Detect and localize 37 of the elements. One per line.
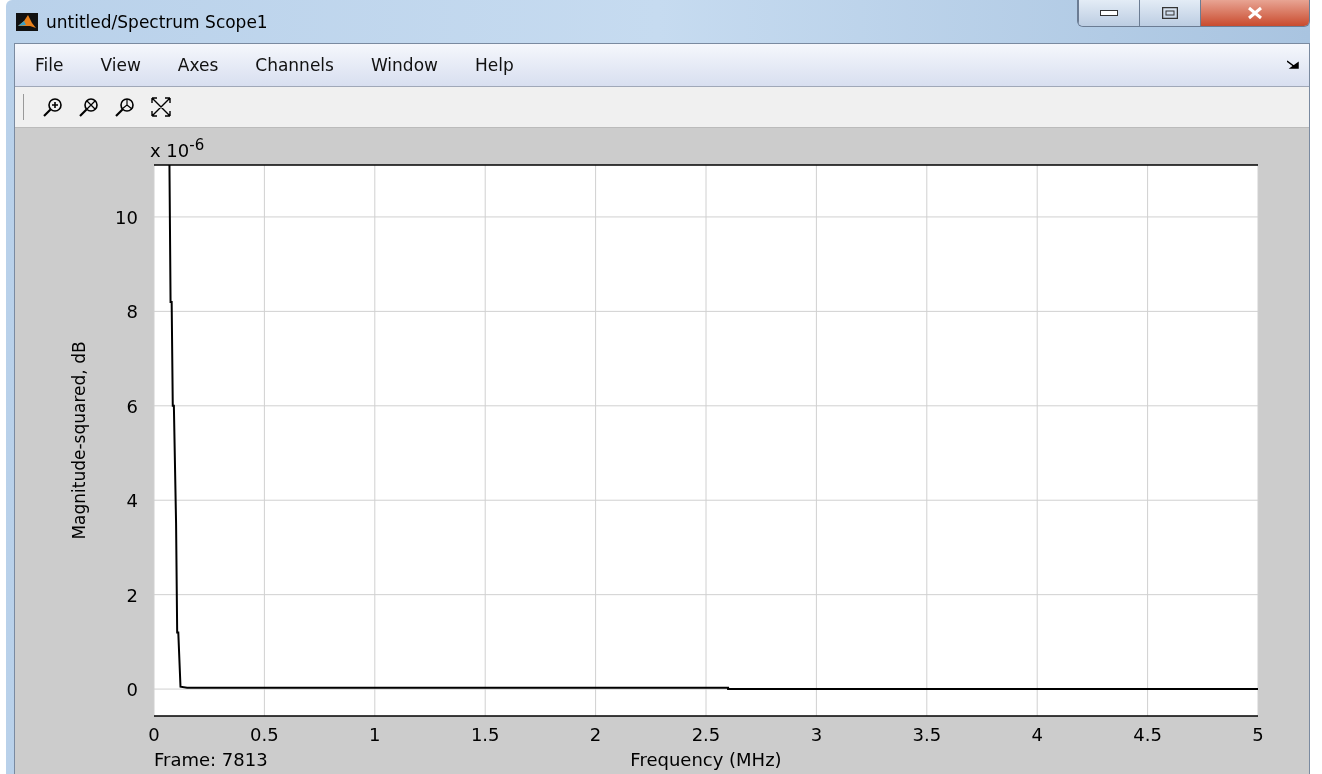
window-title: untitled/Spectrum Scope1 [46, 11, 268, 32]
menu-item[interactable]: Help [474, 55, 533, 75]
x-tick-label: 0.5 [250, 724, 279, 745]
axis-exponent: x 10$^{-6}$ [150, 135, 205, 162]
x-tick-label: 3.5 [912, 724, 942, 745]
y-tick-label: 8 [126, 301, 138, 323]
y-tick-label: 2 [126, 584, 138, 606]
x-tick-label: 2.5 [691, 724, 721, 745]
x-tick-label: 1 [369, 724, 381, 745]
x-tick-label: 4.5 [1133, 724, 1162, 745]
y-tick-label: 10 [115, 206, 138, 228]
minimize-icon [1100, 10, 1118, 16]
y-tick-label: 6 [126, 395, 138, 417]
x-tick-label: 5 [1252, 724, 1264, 745]
close-icon [1247, 6, 1263, 20]
menu-item[interactable]: Axes [177, 55, 238, 75]
autoscale-icon[interactable] [150, 96, 172, 118]
app-logo-icon [16, 12, 38, 31]
x-tick-label: 0 [148, 724, 160, 745]
frame-counter: Frame: 7813 [154, 749, 268, 770]
menu-item[interactable]: View [100, 55, 160, 75]
y-axis-label: Magnitude-squared, dB [69, 341, 89, 540]
y-tick-label: 4 [126, 490, 138, 512]
menu-item[interactable]: Window [370, 55, 457, 75]
close-button[interactable] [1200, 0, 1309, 26]
maximize-button[interactable] [1139, 0, 1200, 26]
x-axis-label: Frequency (MHz) [630, 749, 782, 770]
minimize-button[interactable] [1078, 0, 1139, 26]
x-tick-label: 4 [1031, 724, 1043, 745]
menu-item[interactable]: File [35, 55, 83, 75]
maximize-icon [1162, 7, 1178, 19]
menu-item[interactable]: Channels [255, 55, 353, 75]
x-tick-label: 3 [810, 724, 823, 745]
x-tick-label: 1.5 [470, 724, 500, 745]
y-tick-label: 0 [126, 679, 138, 701]
dock-arrow-icon[interactable] [1287, 60, 1299, 70]
x-tick-label: 2 [589, 724, 602, 745]
